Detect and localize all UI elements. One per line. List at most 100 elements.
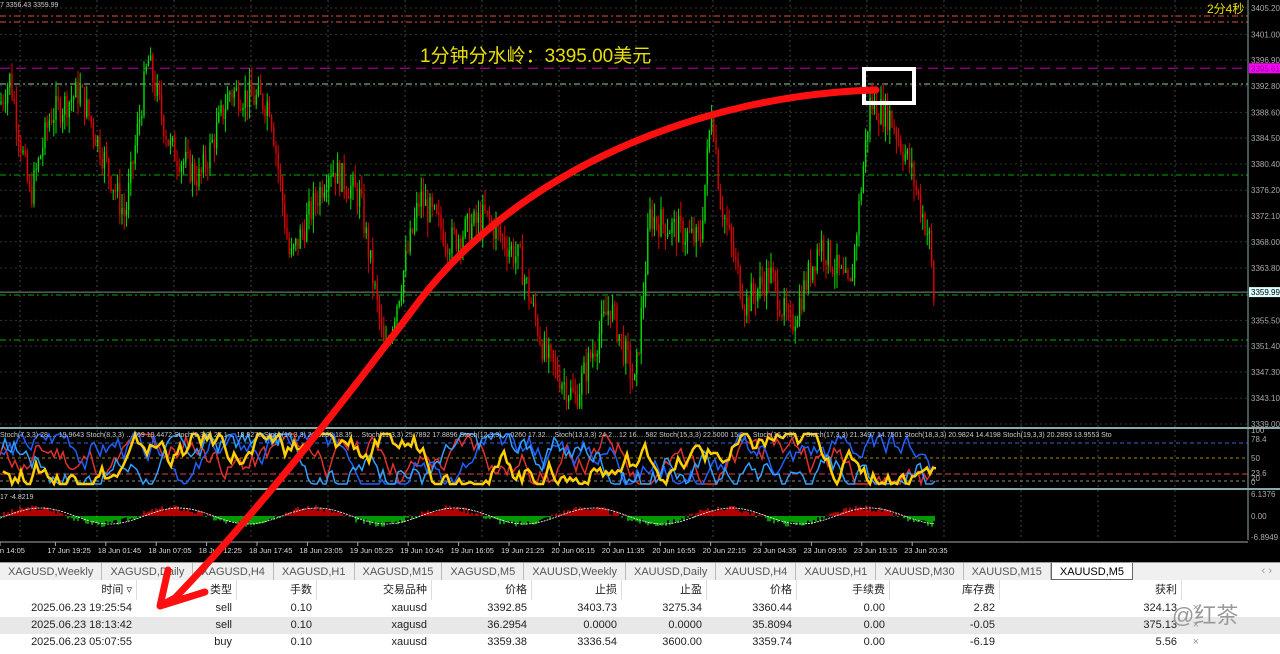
candle-body	[759, 277, 761, 290]
candle-body	[754, 294, 757, 301]
candle-body	[737, 258, 739, 267]
candle-body	[171, 137, 174, 141]
tab-scroll-arrows[interactable]: ‹ ›	[1254, 563, 1280, 580]
candle-body	[198, 168, 200, 187]
candle-body	[453, 227, 455, 231]
tab-xagusd-m15[interactable]: XAGUSD,M15	[355, 563, 443, 580]
stoch-line	[0, 431, 935, 486]
candle-body	[526, 278, 528, 280]
column-header[interactable]: 获利	[1000, 580, 1182, 600]
candle-body	[561, 384, 563, 390]
candle-body	[79, 86, 81, 104]
candle-body	[224, 109, 227, 119]
stoch-tick: 0	[1251, 478, 1256, 487]
column-header[interactable]: 价格	[432, 580, 532, 600]
candle-body	[99, 136, 101, 160]
tab-xauusd-weekly[interactable]: XAUUSD,Weekly	[524, 563, 626, 580]
column-header[interactable]: 交易品种	[317, 580, 432, 600]
candle-body	[156, 83, 158, 96]
table-row[interactable]: 2025.06.23 19:25:54 sell 0.10 xauusd 3392.85…	[0, 600, 1280, 617]
candle-body	[840, 267, 843, 269]
table-cell: sell	[215, 602, 232, 614]
candle-body	[343, 163, 345, 190]
tab-xauusd-m5[interactable]: XAUUSD,M5	[1050, 563, 1134, 580]
table-header: 时间 ▿ 类型 手数 交易品种 价格 止损 止盈 价格 手续费 库存费 获利	[0, 580, 1280, 600]
candle-body	[893, 127, 895, 131]
candle-body	[484, 204, 486, 212]
stoch-tick: 20	[1251, 474, 1260, 483]
candle-body	[545, 338, 548, 358]
table-cell: 324.13	[1143, 602, 1177, 614]
tab-xauusd-h1[interactable]: XAUUSD,H1	[796, 563, 877, 580]
stoch-tick: 78.4	[1251, 435, 1267, 444]
candle-body	[127, 183, 130, 210]
price-axis[interactable]	[1248, 0, 1280, 562]
tab-xauusd-daily[interactable]: XAUUSD,Daily	[626, 563, 717, 580]
candle-body	[442, 229, 444, 245]
candle-body	[251, 81, 253, 96]
column-header[interactable]: 止盈	[622, 580, 707, 600]
candle-body	[231, 92, 233, 98]
time-tick: 19 Jun 10:45	[400, 546, 443, 555]
close-position-icon[interactable]: ×	[1186, 617, 1204, 634]
tab-xagusd-m5[interactable]: XAGUSD,M5	[442, 563, 525, 580]
tab-xagusd-h4[interactable]: XAGUSD,H4	[193, 563, 274, 580]
column-header[interactable]: 止损	[532, 580, 622, 600]
candle-body	[235, 87, 238, 91]
candle-body	[886, 99, 889, 131]
candle-body	[816, 249, 818, 271]
candle-body	[391, 328, 394, 342]
candle-body	[627, 341, 629, 351]
price-chart[interactable]: 3405.20 3401.00 3396.90 3392.80 3388.60 3384.…	[0, 0, 1280, 610]
close-position-icon[interactable]: ×	[1186, 634, 1204, 651]
candle-body	[644, 273, 647, 296]
candle-body	[314, 192, 317, 203]
candle-body	[724, 217, 726, 219]
stoch-tick: 50	[1251, 454, 1260, 463]
candle-body	[475, 211, 477, 223]
candle-body	[699, 232, 702, 240]
column-header[interactable]: 手数	[237, 580, 317, 600]
candle-body	[655, 217, 658, 225]
candle-body	[46, 122, 48, 128]
candle-body	[86, 99, 88, 117]
price-tick: 3368.00	[1251, 238, 1280, 247]
countdown-timer: 2分4秒	[1207, 2, 1244, 16]
column-header[interactable]: 类型	[137, 580, 237, 600]
candle-body	[268, 101, 271, 117]
column-header[interactable]: 手续费	[797, 580, 890, 600]
candle-body	[818, 249, 821, 252]
candle-body	[242, 107, 244, 110]
candle-body	[858, 200, 860, 236]
candle-body	[345, 189, 348, 196]
tab-xagusd-h1[interactable]: XAGUSD,H1	[274, 563, 355, 580]
candle-body	[191, 163, 194, 182]
column-header[interactable]: 库存费	[890, 580, 1000, 600]
candle-body	[167, 139, 169, 146]
tab-xagusd-daily[interactable]: XAGUSD,Daily	[102, 563, 194, 580]
candle-body	[301, 229, 304, 232]
candle-body	[72, 97, 75, 100]
tab-xauusd-m30[interactable]: XAUUSD,M30	[876, 563, 964, 580]
candle-body	[609, 310, 612, 320]
candle-body	[798, 298, 801, 321]
time-tick: 20 Jun 16:55	[652, 546, 695, 555]
tab-xagusd-weekly[interactable]: XAGUSD,Weekly	[0, 563, 103, 580]
candle-body	[856, 235, 858, 247]
close-position-icon[interactable]: ×	[1186, 600, 1204, 617]
candle-body	[664, 224, 667, 237]
column-header[interactable]: 价格	[707, 580, 797, 600]
table-row[interactable]: 2025.06.23 18:13:42 sell 0.10 xagusd 36.2954…	[0, 617, 1280, 634]
candle-body	[277, 153, 279, 170]
candle-body	[257, 85, 260, 96]
tab-xauusd-m15[interactable]: XAUUSD,M15	[964, 563, 1051, 580]
candle-body	[532, 302, 535, 304]
candle-body	[594, 353, 596, 357]
tab-xauusd-h4[interactable]: XAUUSD,H4	[716, 563, 797, 580]
table-row[interactable]: 2025.06.23 05:07:55 buy 0.10 xauusd 3359.38 3…	[0, 634, 1280, 651]
candle-body	[42, 148, 44, 157]
column-header[interactable]: 时间 ▿	[0, 580, 137, 600]
price-tick: 3380.40	[1251, 160, 1280, 169]
candle-body	[319, 187, 321, 206]
candle-body	[662, 209, 664, 225]
